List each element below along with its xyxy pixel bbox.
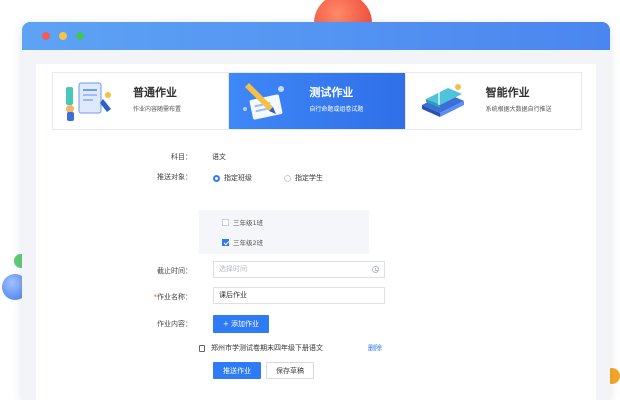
checkbox-label: 三年级1班 bbox=[233, 219, 264, 227]
mode-description: 自行命题或组卷试题 bbox=[309, 106, 364, 113]
radio-specified-class[interactable]: 指定班级 bbox=[213, 173, 252, 183]
radio-specified-student[interactable]: 指定学生 bbox=[284, 173, 323, 183]
window-maximize-dot[interactable] bbox=[76, 32, 84, 40]
deadline-label: 截止时间： bbox=[157, 267, 192, 275]
mode-title: 普通作业 bbox=[133, 86, 177, 99]
checkbox-class-2[interactable]: 三年级2班 bbox=[222, 237, 263, 247]
mode-description: 系统根据大数据自行推送 bbox=[485, 106, 552, 113]
homework-name-input[interactable]: 课后作业 bbox=[213, 287, 385, 304]
homework-panel: 普通作业 作业内容随需布置 测试作业 自行命题或组卷试题 智能作业 系统根据大数… bbox=[36, 64, 596, 400]
attached-file: 郑州市学测试卷期末四年级下册语文 bbox=[199, 343, 323, 353]
checkbox-checked-icon bbox=[222, 238, 229, 246]
deadline-picker[interactable]: 选择时间 bbox=[213, 261, 385, 278]
clock-icon bbox=[372, 266, 379, 273]
worksheet-illustration-icon bbox=[66, 82, 111, 121]
window-titlebar bbox=[22, 22, 610, 50]
tab-normal-homework[interactable]: 普通作业 作业内容随需布置 bbox=[53, 73, 228, 129]
homework-content-label: 作业内容： bbox=[157, 320, 192, 328]
radio-label: 指定学生 bbox=[295, 174, 323, 182]
class-selection-box: 三年级1班 三年级2班 bbox=[199, 210, 369, 254]
deadline-placeholder: 选择时间 bbox=[219, 265, 247, 273]
subject-value: 语文 bbox=[212, 153, 226, 161]
push-homework-button[interactable]: 推送作业 bbox=[213, 362, 261, 379]
homework-mode-tabs: 普通作业 作业内容随需布置 测试作业 自行命题或组卷试题 智能作业 系统根据大数… bbox=[52, 72, 582, 130]
mode-title: 测试作业 bbox=[309, 86, 354, 99]
add-homework-button[interactable]: + 添加作业 bbox=[213, 315, 269, 333]
radio-unchecked-icon bbox=[284, 174, 291, 182]
window-close-dot[interactable] bbox=[42, 32, 50, 40]
target-label: 推送对象： bbox=[157, 173, 192, 181]
checkbox-class-1[interactable]: 三年级1班 bbox=[222, 217, 263, 227]
checkbox-label: 三年级2班 bbox=[233, 239, 264, 247]
checkbox-unchecked-icon bbox=[222, 218, 229, 226]
books-illustration-icon bbox=[421, 84, 464, 117]
radio-checked-icon bbox=[213, 174, 220, 182]
radio-label: 指定班级 bbox=[224, 174, 252, 182]
homework-name-label: *作业名称： bbox=[122, 292, 193, 302]
app-window: 普通作业 作业内容随需布置 测试作业 自行命题或组卷试题 智能作业 系统根据大数… bbox=[22, 22, 610, 400]
file-icon bbox=[199, 344, 205, 352]
mode-description: 作业内容随需布置 bbox=[133, 106, 182, 113]
homework-name-value: 课后作业 bbox=[219, 291, 247, 299]
tab-test-homework[interactable]: 测试作业 自行命题或组卷试题 bbox=[228, 73, 405, 129]
mode-title: 智能作业 bbox=[485, 86, 530, 99]
homework-name-label-text: 作业名称： bbox=[157, 293, 192, 301]
tab-smart-homework[interactable]: 智能作业 系统根据大数据自行推送 bbox=[404, 73, 581, 129]
save-draft-button[interactable]: 保存草稿 bbox=[266, 362, 314, 379]
subject-label: 科目： bbox=[171, 153, 192, 161]
window-minimize-dot[interactable] bbox=[59, 32, 67, 40]
delete-file-link[interactable]: 删除 bbox=[368, 343, 382, 353]
file-name: 郑州市学测试卷期末四年级下册语文 bbox=[211, 344, 323, 352]
pen-paper-illustration-icon bbox=[243, 83, 285, 120]
